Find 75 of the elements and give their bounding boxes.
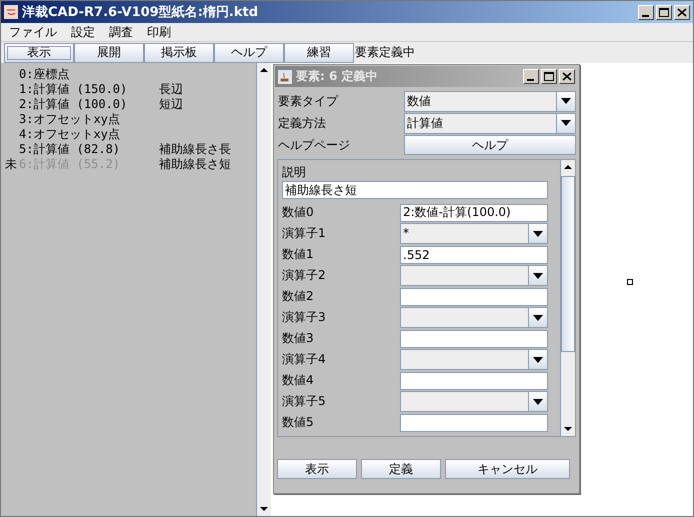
- minimize-icon[interactable]: [523, 69, 539, 84]
- toolbar-button[interactable]: ヘルプ: [214, 42, 284, 62]
- scrollbar[interactable]: [560, 160, 575, 436]
- pending-marker: 未: [5, 156, 18, 173]
- close-icon[interactable]: [674, 4, 690, 20]
- value-field[interactable]: [400, 288, 548, 306]
- operator-dropdown[interactable]: [400, 265, 548, 286]
- caret-icon: [533, 398, 543, 404]
- element-entry[interactable]: 2:計算値 (100.0): [19, 96, 159, 113]
- operator-dropdown[interactable]: [400, 307, 548, 328]
- field-label: 数値0: [282, 204, 314, 221]
- scroll-thumb[interactable]: [561, 176, 575, 352]
- element-entry[interactable]: 3:オフセットxy点: [19, 111, 159, 128]
- close-icon[interactable]: [559, 69, 575, 84]
- help-button[interactable]: ヘルプ: [404, 135, 576, 155]
- field-label: 数値1: [282, 246, 314, 263]
- field-label: 要素タイプ: [278, 92, 340, 110]
- status-text: 要素定義中: [355, 44, 415, 61]
- field-label: 演算子1: [282, 225, 326, 242]
- dropdown[interactable]: 数値: [404, 90, 576, 112]
- operator-dropdown[interactable]: [400, 349, 548, 370]
- maximize-icon[interactable]: [541, 69, 557, 84]
- field-label: 演算子5: [282, 393, 326, 410]
- menu-item[interactable]: 設定: [71, 24, 95, 40]
- caret-icon: [561, 120, 571, 126]
- element-entry[interactable]: 4:オフセットxy点: [19, 126, 159, 143]
- value-field[interactable]: [400, 372, 548, 390]
- app-icon: [4, 5, 18, 19]
- minimize-icon[interactable]: [638, 4, 654, 20]
- caret-icon: [533, 230, 543, 236]
- element-comment: 長辺: [159, 81, 183, 98]
- caret-icon: [561, 98, 571, 104]
- field-label: 演算子3: [282, 309, 326, 326]
- operator-dropdown[interactable]: [400, 391, 548, 412]
- value-field[interactable]: 2:数値-計算(100.0): [400, 204, 548, 222]
- element-comment: 補助線長さ長: [159, 141, 231, 158]
- value-field[interactable]: [400, 330, 548, 348]
- value-field[interactable]: .552: [400, 246, 548, 264]
- field-label: 演算子2: [282, 267, 326, 284]
- toolbar-button[interactable]: 展開: [74, 42, 144, 62]
- caret-icon: [533, 272, 543, 278]
- element-entry[interactable]: 5:計算値 (82.8): [19, 141, 159, 158]
- dialog-button[interactable]: 表示: [277, 459, 357, 479]
- caret-icon: [533, 314, 543, 320]
- dropdown[interactable]: 計算値: [404, 112, 576, 134]
- field-label: 説明: [282, 164, 307, 181]
- value-field[interactable]: [400, 414, 548, 432]
- window-title: 洋裁CAD-R7.6-V109型紙名:楕円.ktd: [22, 4, 260, 21]
- field-label: 数値4: [282, 372, 314, 389]
- field-label: 数値5: [282, 414, 314, 431]
- element-entry[interactable]: 1:計算値 (150.0): [19, 81, 159, 98]
- dialog-button[interactable]: 定義: [361, 459, 441, 479]
- toolbar-button[interactable]: 表示: [4, 42, 74, 62]
- maximize-icon[interactable]: [656, 4, 672, 20]
- element-comment: 補助線長さ短: [159, 156, 231, 173]
- caret-icon: [533, 356, 543, 362]
- field-label: 数値3: [282, 330, 314, 347]
- point-marker-icon: [627, 279, 633, 285]
- field-label: ヘルプページ: [278, 136, 351, 154]
- menu-item[interactable]: ファイル: [9, 24, 57, 40]
- description-field[interactable]: 補助線長さ短: [282, 181, 548, 199]
- element-entry[interactable]: 0:座標点: [19, 66, 159, 83]
- element-comment: 短辺: [159, 96, 183, 113]
- field-label: 数値2: [282, 288, 314, 305]
- dialog-title: 要素: 6 定義中: [296, 68, 379, 85]
- toolbar-button[interactable]: 練習: [284, 42, 354, 62]
- field-label: 演算子4: [282, 351, 326, 368]
- cup-icon: [278, 70, 292, 84]
- operator-dropdown[interactable]: *: [400, 223, 548, 244]
- scrollbar[interactable]: [256, 63, 271, 516]
- field-label: 定義方法: [278, 114, 327, 132]
- dialog-button[interactable]: キャンセル: [445, 459, 570, 479]
- toolbar-button[interactable]: 掲示板: [144, 42, 214, 62]
- menu-item[interactable]: 印刷: [147, 24, 171, 40]
- menu-item[interactable]: 調査: [109, 24, 133, 40]
